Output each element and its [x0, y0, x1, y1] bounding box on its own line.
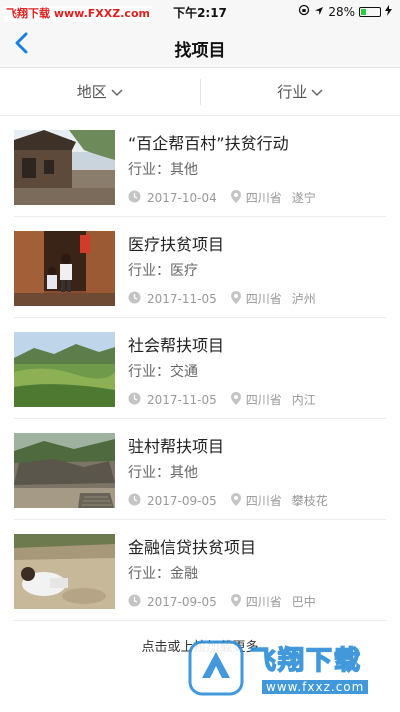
chevron-down-icon: [111, 83, 123, 101]
project-meta: 2017-09-05 四川省 巴中: [128, 593, 316, 610]
project-city: 遂宁: [291, 191, 316, 205]
location-pin-icon: [230, 492, 241, 509]
project-province: 四川省: [245, 494, 282, 508]
project-thumbnail: [14, 534, 115, 609]
project-industry: 行业：医疗: [128, 263, 198, 279]
project-industry: 行业：金融: [128, 566, 198, 582]
project-title: 社会帮扶项目: [128, 336, 225, 355]
project-thumbnail: [14, 130, 115, 205]
watermark-logo-icon: [188, 640, 244, 696]
list-item[interactable]: 驻村帮扶项目 行业：其他 2017-09-05 四川省 攀枝花: [14, 419, 386, 520]
project-meta: 2017-10-04 四川省 遂宁: [128, 189, 316, 206]
location-arrow-icon: [314, 5, 324, 19]
clock-icon: [128, 190, 141, 206]
project-thumbnail: [14, 332, 115, 407]
project-meta: 2017-09-05 四川省 攀枝花: [128, 492, 328, 509]
project-title: 驻村帮扶项目: [128, 437, 225, 456]
project-title: 金融信贷扶贫项目: [128, 538, 257, 557]
project-title: 医疗扶贫项目: [128, 235, 225, 254]
project-province: 四川省: [245, 595, 282, 609]
watermark-title: 飞翔下载: [249, 645, 363, 677]
list-item[interactable]: 社会帮扶项目 行业：交通 2017-11-05 四川省 内江: [14, 318, 386, 419]
project-title: “百企帮百村”扶贫行动: [128, 134, 289, 153]
location-pin-icon: [230, 391, 241, 408]
project-date: 2017-11-05: [147, 392, 217, 407]
watermark-url: www.fxxz.com: [262, 680, 369, 694]
project-thumbnail: [14, 433, 115, 508]
project-industry: 行业：交通: [128, 364, 198, 380]
project-meta: 2017-11-05 四川省 内江: [128, 391, 316, 408]
battery-fill: [361, 8, 367, 15]
location-pin-icon: [230, 290, 241, 307]
project-city: 内江: [291, 393, 316, 407]
page-title: 找项目: [174, 41, 226, 61]
navigation-bar: 找项目: [0, 24, 400, 68]
project-industry: 行业：其他: [128, 162, 198, 178]
status-indicators: 28%: [298, 4, 392, 19]
clock-icon: [128, 594, 141, 610]
filter-industry-label: 行业: [277, 83, 308, 101]
status-bar: 飞翔下载 www.FXXZ.com 下午2:17 28%: [0, 0, 400, 24]
project-date: 2017-09-05: [147, 594, 217, 609]
battery-percent: 28%: [328, 4, 355, 19]
filter-industry[interactable]: 行业: [201, 68, 400, 115]
clock-icon: [128, 291, 141, 307]
project-date: 2017-09-05: [147, 493, 217, 508]
project-meta: 2017-11-05 四川省 泸州: [128, 290, 316, 307]
project-city: 泸州: [291, 292, 316, 306]
list-item[interactable]: 金融信贷扶贫项目 行业：金融 2017-09-05 四川省 巴中: [14, 520, 386, 621]
filter-region[interactable]: 地区: [0, 68, 200, 115]
filter-bar: 地区 行业: [0, 68, 400, 116]
lock-rotation-icon: [298, 4, 310, 19]
project-city: 攀枝花: [291, 494, 328, 508]
project-thumbnail: [14, 231, 115, 306]
project-date: 2017-10-04: [147, 190, 217, 205]
project-industry: 行业：其他: [128, 465, 198, 481]
chevron-down-icon: [311, 83, 323, 101]
charging-icon: [385, 4, 392, 19]
list-item[interactable]: “百企帮百村”扶贫行动 行业：其他 2017-10-04 四川省 遂宁: [14, 116, 386, 217]
location-pin-icon: [230, 593, 241, 610]
project-date: 2017-11-05: [147, 291, 217, 306]
list-item[interactable]: 医疗扶贫项目 行业：医疗 2017-11-05 四川省 泸州: [14, 217, 386, 318]
project-province: 四川省: [245, 292, 282, 306]
clock-icon: [128, 493, 141, 509]
project-list: “百企帮百村”扶贫行动 行业：其他 2017-10-04 四川省 遂宁 医疗扶贫…: [0, 116, 400, 621]
filter-region-label: 地区: [76, 83, 107, 101]
battery-icon: [359, 6, 381, 17]
project-province: 四川省: [245, 191, 282, 205]
location-pin-icon: [230, 189, 241, 206]
clock-icon: [128, 392, 141, 408]
watermark-logo: 飞翔下载 www.fxxz.com: [186, 632, 394, 704]
project-province: 四川省: [245, 393, 282, 407]
project-city: 巴中: [291, 595, 316, 609]
